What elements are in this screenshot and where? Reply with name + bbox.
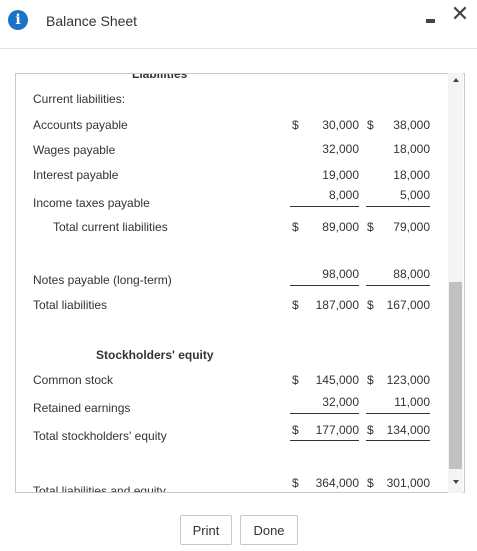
common-stock-c2: 123,000 xyxy=(386,373,430,387)
balance-sheet-content: Liabilities Current liabilities: Account… xyxy=(16,74,446,492)
balance-sheet-viewport[interactable]: Liabilities Current liabilities: Account… xyxy=(15,73,465,493)
income-taxes-payable-c2: 5,000 xyxy=(399,188,430,202)
scroll-up-arrow-icon[interactable] xyxy=(453,78,459,82)
stockholders-equity-heading: Stockholders' equity xyxy=(96,348,214,362)
total-liabilities-label: Total liabilities xyxy=(33,298,108,312)
income-taxes-c1-underline xyxy=(290,206,359,207)
notes-payable-c1: 98,000 xyxy=(322,267,359,281)
scroll-down-arrow-icon[interactable] xyxy=(453,480,459,484)
print-button[interactable]: Print xyxy=(180,515,232,545)
accounts-payable-c2: 38,000 xyxy=(393,118,430,132)
notes-payable-c2: 88,000 xyxy=(393,267,430,281)
retained-earnings-c2-underline xyxy=(366,413,430,414)
interest-payable-label: Interest payable xyxy=(33,168,119,182)
dialog-titlebar: i Balance Sheet ✕ xyxy=(0,0,477,49)
total-stockholders-equity-c2: 134,000 xyxy=(386,423,430,437)
retained-earnings-c2: 11,000 xyxy=(394,395,430,409)
liabilities-heading: Liabilities xyxy=(132,73,188,81)
total-liabilities-equity-c1: 364,000 xyxy=(315,476,359,490)
accounts-payable-c1: 30,000 xyxy=(322,118,359,132)
dialog-title: Balance Sheet xyxy=(46,13,138,29)
retained-earnings-label: Retained earnings xyxy=(33,401,131,415)
wages-payable-c1: 32,000 xyxy=(322,142,359,156)
total-liabilities-c2: 167,000 xyxy=(386,298,430,312)
current-liabilities-heading: Current liabilities: xyxy=(33,92,126,106)
total-equity-c2-underline xyxy=(366,440,430,441)
total-current-liabilities-c1: 89,000 xyxy=(322,220,359,234)
notes-payable-label: Notes payable (long-term) xyxy=(33,273,172,287)
income-taxes-payable-label: Income taxes payable xyxy=(33,196,150,210)
total-stockholders-equity-c1: 177,000 xyxy=(315,423,359,437)
income-taxes-c2-underline xyxy=(366,206,430,207)
retained-earnings-c1-underline xyxy=(290,413,359,414)
interest-payable-c1: 19,000 xyxy=(322,168,359,182)
interest-payable-c2: 18,000 xyxy=(393,168,430,182)
total-current-liabilities-c2: 79,000 xyxy=(393,220,430,234)
wages-payable-label: Wages payable xyxy=(33,143,116,157)
common-stock-label: Common stock xyxy=(33,373,114,387)
accounts-payable-label: Accounts payable xyxy=(33,118,128,132)
scrollbar-thumb[interactable] xyxy=(449,282,462,469)
total-equity-c1-underline xyxy=(290,440,359,441)
close-icon[interactable]: ✕ xyxy=(448,3,472,27)
total-liabilities-c1: 187,000 xyxy=(315,298,359,312)
total-current-liabilities-label: Total current liabilities xyxy=(53,220,168,234)
notes-payable-c2-underline xyxy=(366,285,430,286)
minimize-icon[interactable] xyxy=(422,7,440,29)
info-icon: i xyxy=(8,10,28,30)
common-stock-c1: 145,000 xyxy=(315,373,359,387)
total-liabilities-equity-c2: 301,000 xyxy=(386,476,430,490)
wages-payable-c2: 18,000 xyxy=(393,142,430,156)
income-taxes-payable-c1: 8,000 xyxy=(328,188,359,202)
notes-payable-c1-underline xyxy=(290,285,359,286)
retained-earnings-c1: 32,000 xyxy=(322,395,359,409)
total-liabilities-equity-label: Total liabilities and equity xyxy=(33,484,166,493)
done-button[interactable]: Done xyxy=(240,515,298,545)
total-stockholders-equity-label: Total stockholders' equity xyxy=(33,429,167,443)
